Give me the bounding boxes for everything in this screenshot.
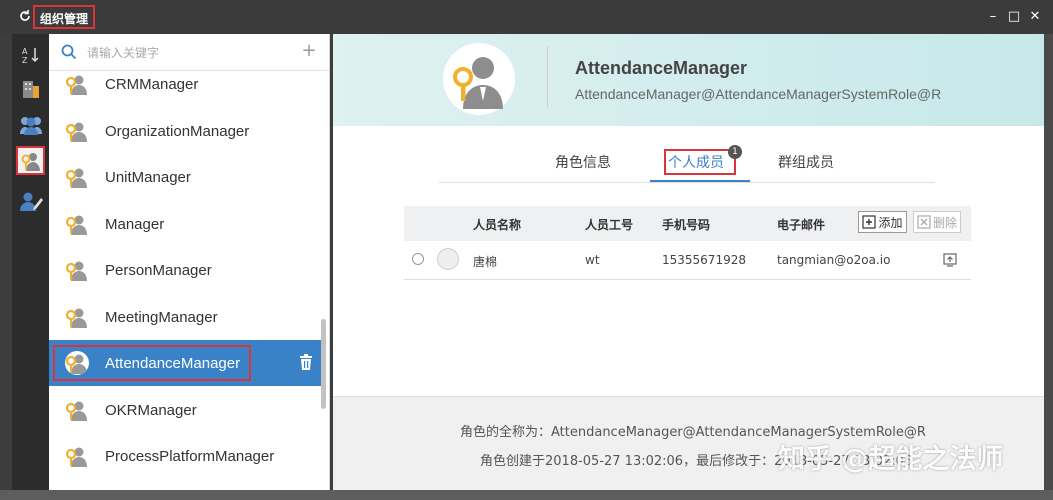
title-bar: 组织管理 – □ ✕	[0, 0, 1053, 34]
role-label: OKRManager	[105, 401, 197, 419]
role-icon	[65, 308, 87, 328]
column-header-employee-id: 人员工号	[585, 218, 634, 232]
rail-groups[interactable]	[16, 110, 45, 139]
group-icon	[19, 116, 42, 135]
role-icon	[65, 168, 87, 188]
table-row[interactable]: 唐棉 wt 15355671928 tangmian@o2oa.io	[404, 241, 971, 280]
trash-icon[interactable]	[299, 354, 313, 374]
member-email: tangmian@o2oa.io	[777, 253, 891, 267]
header-divider	[547, 46, 548, 108]
list-scrollbar[interactable]	[321, 319, 326, 409]
row-select-radio[interactable]	[412, 253, 424, 265]
member-avatar	[437, 248, 459, 270]
close-button[interactable]: ✕	[1026, 8, 1044, 26]
window-bottom-edge	[0, 490, 1053, 500]
person-edit-icon	[19, 192, 43, 211]
role-icon	[21, 152, 40, 171]
window-title: 组织管理	[33, 5, 96, 29]
svg-text:Z: Z	[22, 56, 28, 65]
role-list-item[interactable]: OrganizationManager	[49, 108, 321, 154]
role-label: CRMManager	[105, 75, 199, 93]
table-header: 人员名称 人员工号 手机号码 电子邮件 添加 删除	[404, 206, 971, 241]
role-avatar	[443, 43, 515, 115]
rail-sort[interactable]: AZ	[16, 40, 45, 69]
role-label: ProcessPlatformManager	[105, 447, 275, 465]
view-detail-icon[interactable]	[943, 252, 957, 271]
member-employee-id: wt	[585, 253, 600, 267]
role-label: MeetingManager	[105, 308, 218, 326]
role-label: Manager	[105, 215, 165, 233]
column-header-email: 电子邮件	[777, 218, 826, 232]
delete-member-button[interactable]: 删除	[913, 211, 961, 233]
tab-personal-members[interactable]: 个人成员	[668, 152, 724, 172]
nav-rail: AZ	[12, 34, 49, 490]
role-list-item[interactable]: Manager	[49, 201, 321, 247]
watermark: 知乎 @超能之法师	[778, 444, 1004, 475]
role-detail-panel: AttendanceManager AttendanceManager@Atte…	[333, 34, 1044, 491]
role-icon	[65, 401, 87, 421]
member-count-badge: 1	[728, 145, 742, 159]
svg-text:A: A	[22, 47, 28, 56]
active-tab-underline	[650, 180, 750, 182]
role-info-footer: 角色的全称为：AttendanceManager@AttendanceManag…	[333, 396, 1044, 491]
minimize-button[interactable]: –	[984, 8, 1002, 26]
delete-member-label: 删除	[932, 215, 957, 230]
tab-role-info[interactable]: 角色信息	[555, 152, 611, 172]
tab-group-members[interactable]: 群组成员	[778, 152, 834, 172]
add-icon	[862, 215, 877, 229]
add-role-button[interactable]: +	[299, 41, 319, 61]
selection-highlight	[53, 345, 251, 381]
role-name: AttendanceManager	[575, 58, 748, 78]
role-icon	[65, 122, 87, 142]
role-list-item[interactable]: OKRManager	[49, 387, 321, 433]
detail-tabs: 角色信息 个人成员 1 群组成员	[439, 145, 935, 183]
column-header-name: 人员名称	[473, 218, 522, 232]
role-list-item[interactable]: UnitManager	[49, 154, 321, 200]
role-list-item-selected[interactable]: AttendanceManager	[49, 340, 321, 386]
maximize-button[interactable]: □	[1005, 8, 1023, 26]
role-list-item[interactable]: ProcessPlatformManager	[49, 433, 321, 479]
sort-icon: AZ	[22, 47, 39, 65]
member-name: 唐棉	[473, 255, 498, 269]
add-member-button[interactable]: 添加	[858, 211, 907, 233]
column-header-mobile: 手机号码	[662, 218, 711, 232]
building-icon	[22, 80, 39, 98]
rail-persons[interactable]	[16, 186, 45, 215]
refresh-icon[interactable]	[18, 9, 34, 25]
member-mobile: 15355671928	[662, 253, 746, 267]
add-member-label: 添加	[878, 215, 903, 230]
role-icon	[65, 447, 87, 467]
rail-roles[interactable]	[16, 146, 45, 175]
role-label: UnitManager	[105, 168, 191, 186]
window-right-edge	[1044, 34, 1053, 490]
delete-icon	[917, 215, 931, 229]
role-header: AttendanceManager AttendanceManager@Atte…	[333, 34, 1044, 126]
role-icon	[65, 215, 87, 235]
role-label: PersonManager	[105, 261, 212, 279]
role-icon	[65, 261, 87, 281]
rail-organization[interactable]	[16, 74, 45, 103]
role-list-panel: + CRMManager OrganizationManager UnitMan…	[49, 34, 330, 490]
role-distinguished-name: AttendanceManager@AttendanceManagerSyste…	[575, 86, 942, 102]
role-icon	[65, 75, 87, 95]
role-label: OrganizationManager	[105, 122, 250, 140]
role-list-item[interactable]: CRMManager	[49, 61, 321, 107]
role-list-item[interactable]: PersonManager	[49, 247, 321, 293]
app-window: 组织管理 – □ ✕ AZ + CRMManage	[0, 0, 1053, 500]
role-list-item[interactable]: MeetingManager	[49, 294, 321, 340]
